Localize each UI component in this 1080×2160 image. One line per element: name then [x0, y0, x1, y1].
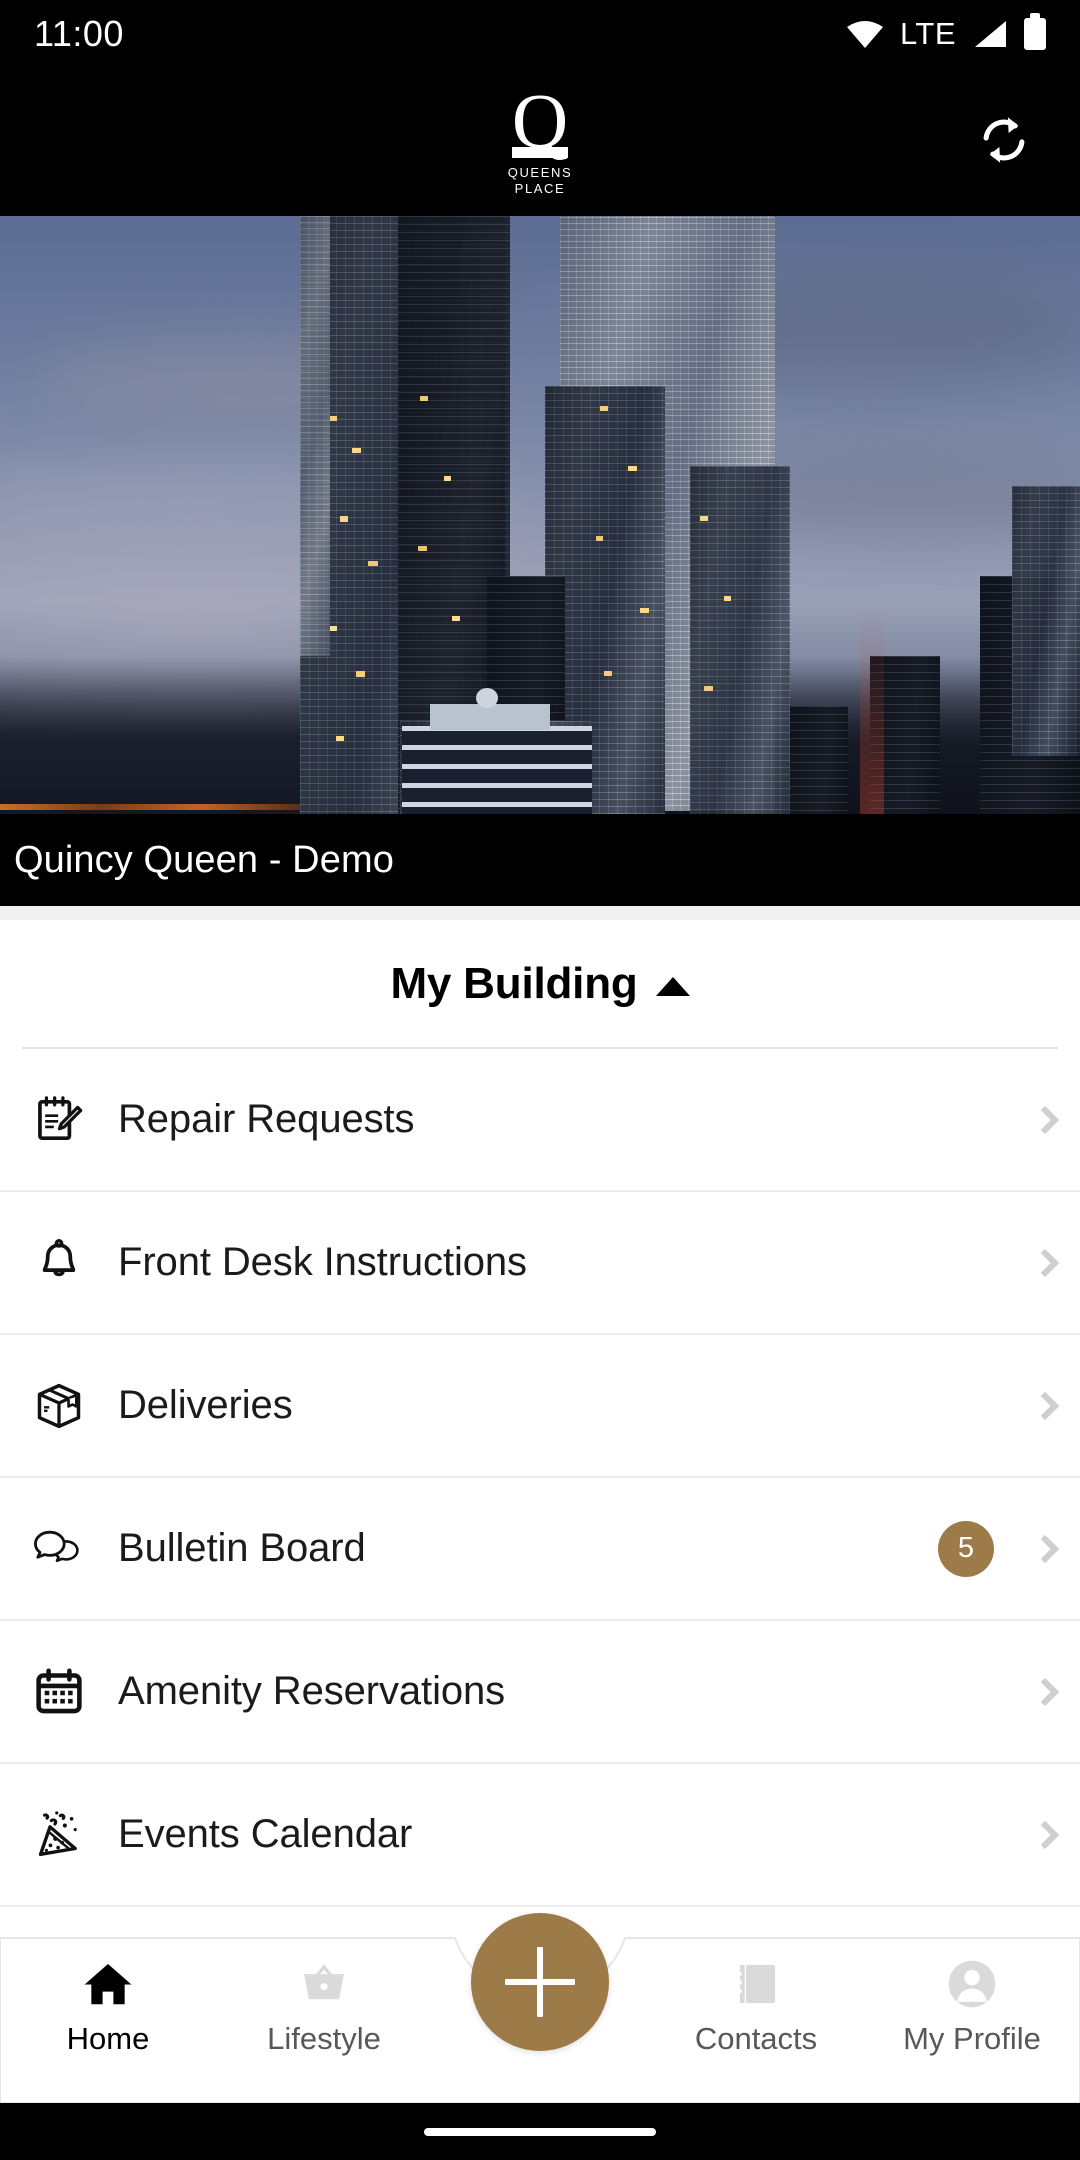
wifi-icon	[846, 19, 884, 49]
chevron-up-icon[interactable]	[655, 976, 690, 996]
status-bar-clock: 11:00	[34, 13, 124, 54]
chevron-right-icon	[1010, 1105, 1080, 1134]
nav-tab-label: My Profile	[903, 2021, 1041, 2056]
list-item[interactable]: Events Calendar	[0, 1764, 1080, 1907]
list-item[interactable]: Amenity Reservations	[0, 1621, 1080, 1764]
system-gesture-bar	[0, 2103, 1080, 2160]
logo-wordmark-line1: QUEENS	[507, 165, 573, 181]
list-item[interactable]: Front Desk Instructions	[0, 1192, 1080, 1335]
nav-tab-my-profile[interactable]: My Profile	[864, 1956, 1080, 2057]
status-badge: 5	[938, 1520, 994, 1577]
queens-place-logo: Q QUEENS PLACE	[508, 76, 573, 196]
speech-bubbles-icon	[0, 1526, 118, 1572]
list-item-label: Deliveries	[118, 1383, 293, 1427]
battery-icon	[1024, 18, 1046, 50]
add-button[interactable]	[471, 1913, 609, 2051]
status-bar: 11:00 LTE	[0, 0, 1080, 68]
calendar-icon	[0, 1666, 118, 1718]
refresh-icon	[975, 111, 1033, 174]
basket-icon	[297, 1956, 351, 2012]
logo-letter: Q	[511, 76, 569, 164]
hero-caption-bar: Quincy Queen - Demo	[0, 814, 1080, 906]
refresh-button[interactable]	[972, 110, 1036, 174]
list-item-label: Front Desk Instructions	[118, 1240, 527, 1284]
phone-screen: 11:00 LTE Q QUEENS PLACE Quincy Queen - …	[0, 0, 1080, 2160]
bell-icon	[0, 1238, 118, 1288]
chevron-right-icon	[1010, 1248, 1080, 1277]
signal-icon	[972, 19, 1008, 49]
nav-tab-label: Home	[66, 2021, 150, 2056]
building-hero-image[interactable]: Quincy Queen - Demo	[0, 216, 1080, 906]
chevron-right-icon	[1010, 1391, 1080, 1420]
list-item-label: Bulletin Board	[118, 1526, 366, 1570]
chevron-right-icon	[1010, 1820, 1080, 1849]
my-building-menu-list: Repair Requests Front Desk Instructions	[0, 1049, 1080, 1907]
chevron-right-icon	[1010, 1534, 1080, 1563]
list-item[interactable]: Deliveries	[0, 1335, 1080, 1478]
section-header-my-building[interactable]: My Building	[0, 920, 1080, 1048]
contacts-icon	[730, 1956, 782, 2012]
person-icon	[944, 1956, 1000, 2012]
home-icon	[81, 1956, 135, 2012]
page-title: My Building	[390, 959, 638, 1008]
nav-tab-home[interactable]: Home	[0, 1956, 216, 2057]
nav-tab-label: Lifestyle	[267, 2021, 381, 2056]
list-item[interactable]: Bulletin Board 5	[0, 1478, 1080, 1621]
nav-tab-label: Contacts	[694, 2021, 818, 2056]
building-name-label: Quincy Queen - Demo	[14, 838, 394, 881]
package-icon	[0, 1380, 118, 1432]
bottom-navigation-bar: Home Lifestyle Contacts My Profile	[0, 1913, 1080, 2103]
list-item-label: Events Calendar	[118, 1812, 413, 1856]
logo-wordmark-line2: PLACE	[514, 180, 566, 196]
network-type-label: LTE	[899, 16, 956, 51]
logo-underline	[511, 147, 568, 159]
plus-icon	[505, 1947, 575, 2017]
hero-section-gap	[0, 906, 1080, 920]
list-item-label: Amenity Reservations	[118, 1669, 506, 1713]
gesture-pill	[424, 2127, 656, 2136]
list-item[interactable]: Repair Requests	[0, 1049, 1080, 1192]
nav-tab-contacts[interactable]: Contacts	[648, 1956, 864, 2057]
app-header: Q QUEENS PLACE	[0, 68, 1080, 216]
nav-tab-lifestyle[interactable]: Lifestyle	[216, 1956, 432, 2057]
list-item-label: Repair Requests	[118, 1097, 415, 1141]
chevron-right-icon	[1010, 1677, 1080, 1706]
logo-wordmark: QUEENS PLACE	[508, 165, 573, 196]
memo-icon	[0, 1094, 118, 1146]
party-popper-icon	[0, 1808, 118, 1862]
status-bar-indicators: LTE	[846, 16, 1046, 52]
hero-photo	[0, 216, 1080, 906]
